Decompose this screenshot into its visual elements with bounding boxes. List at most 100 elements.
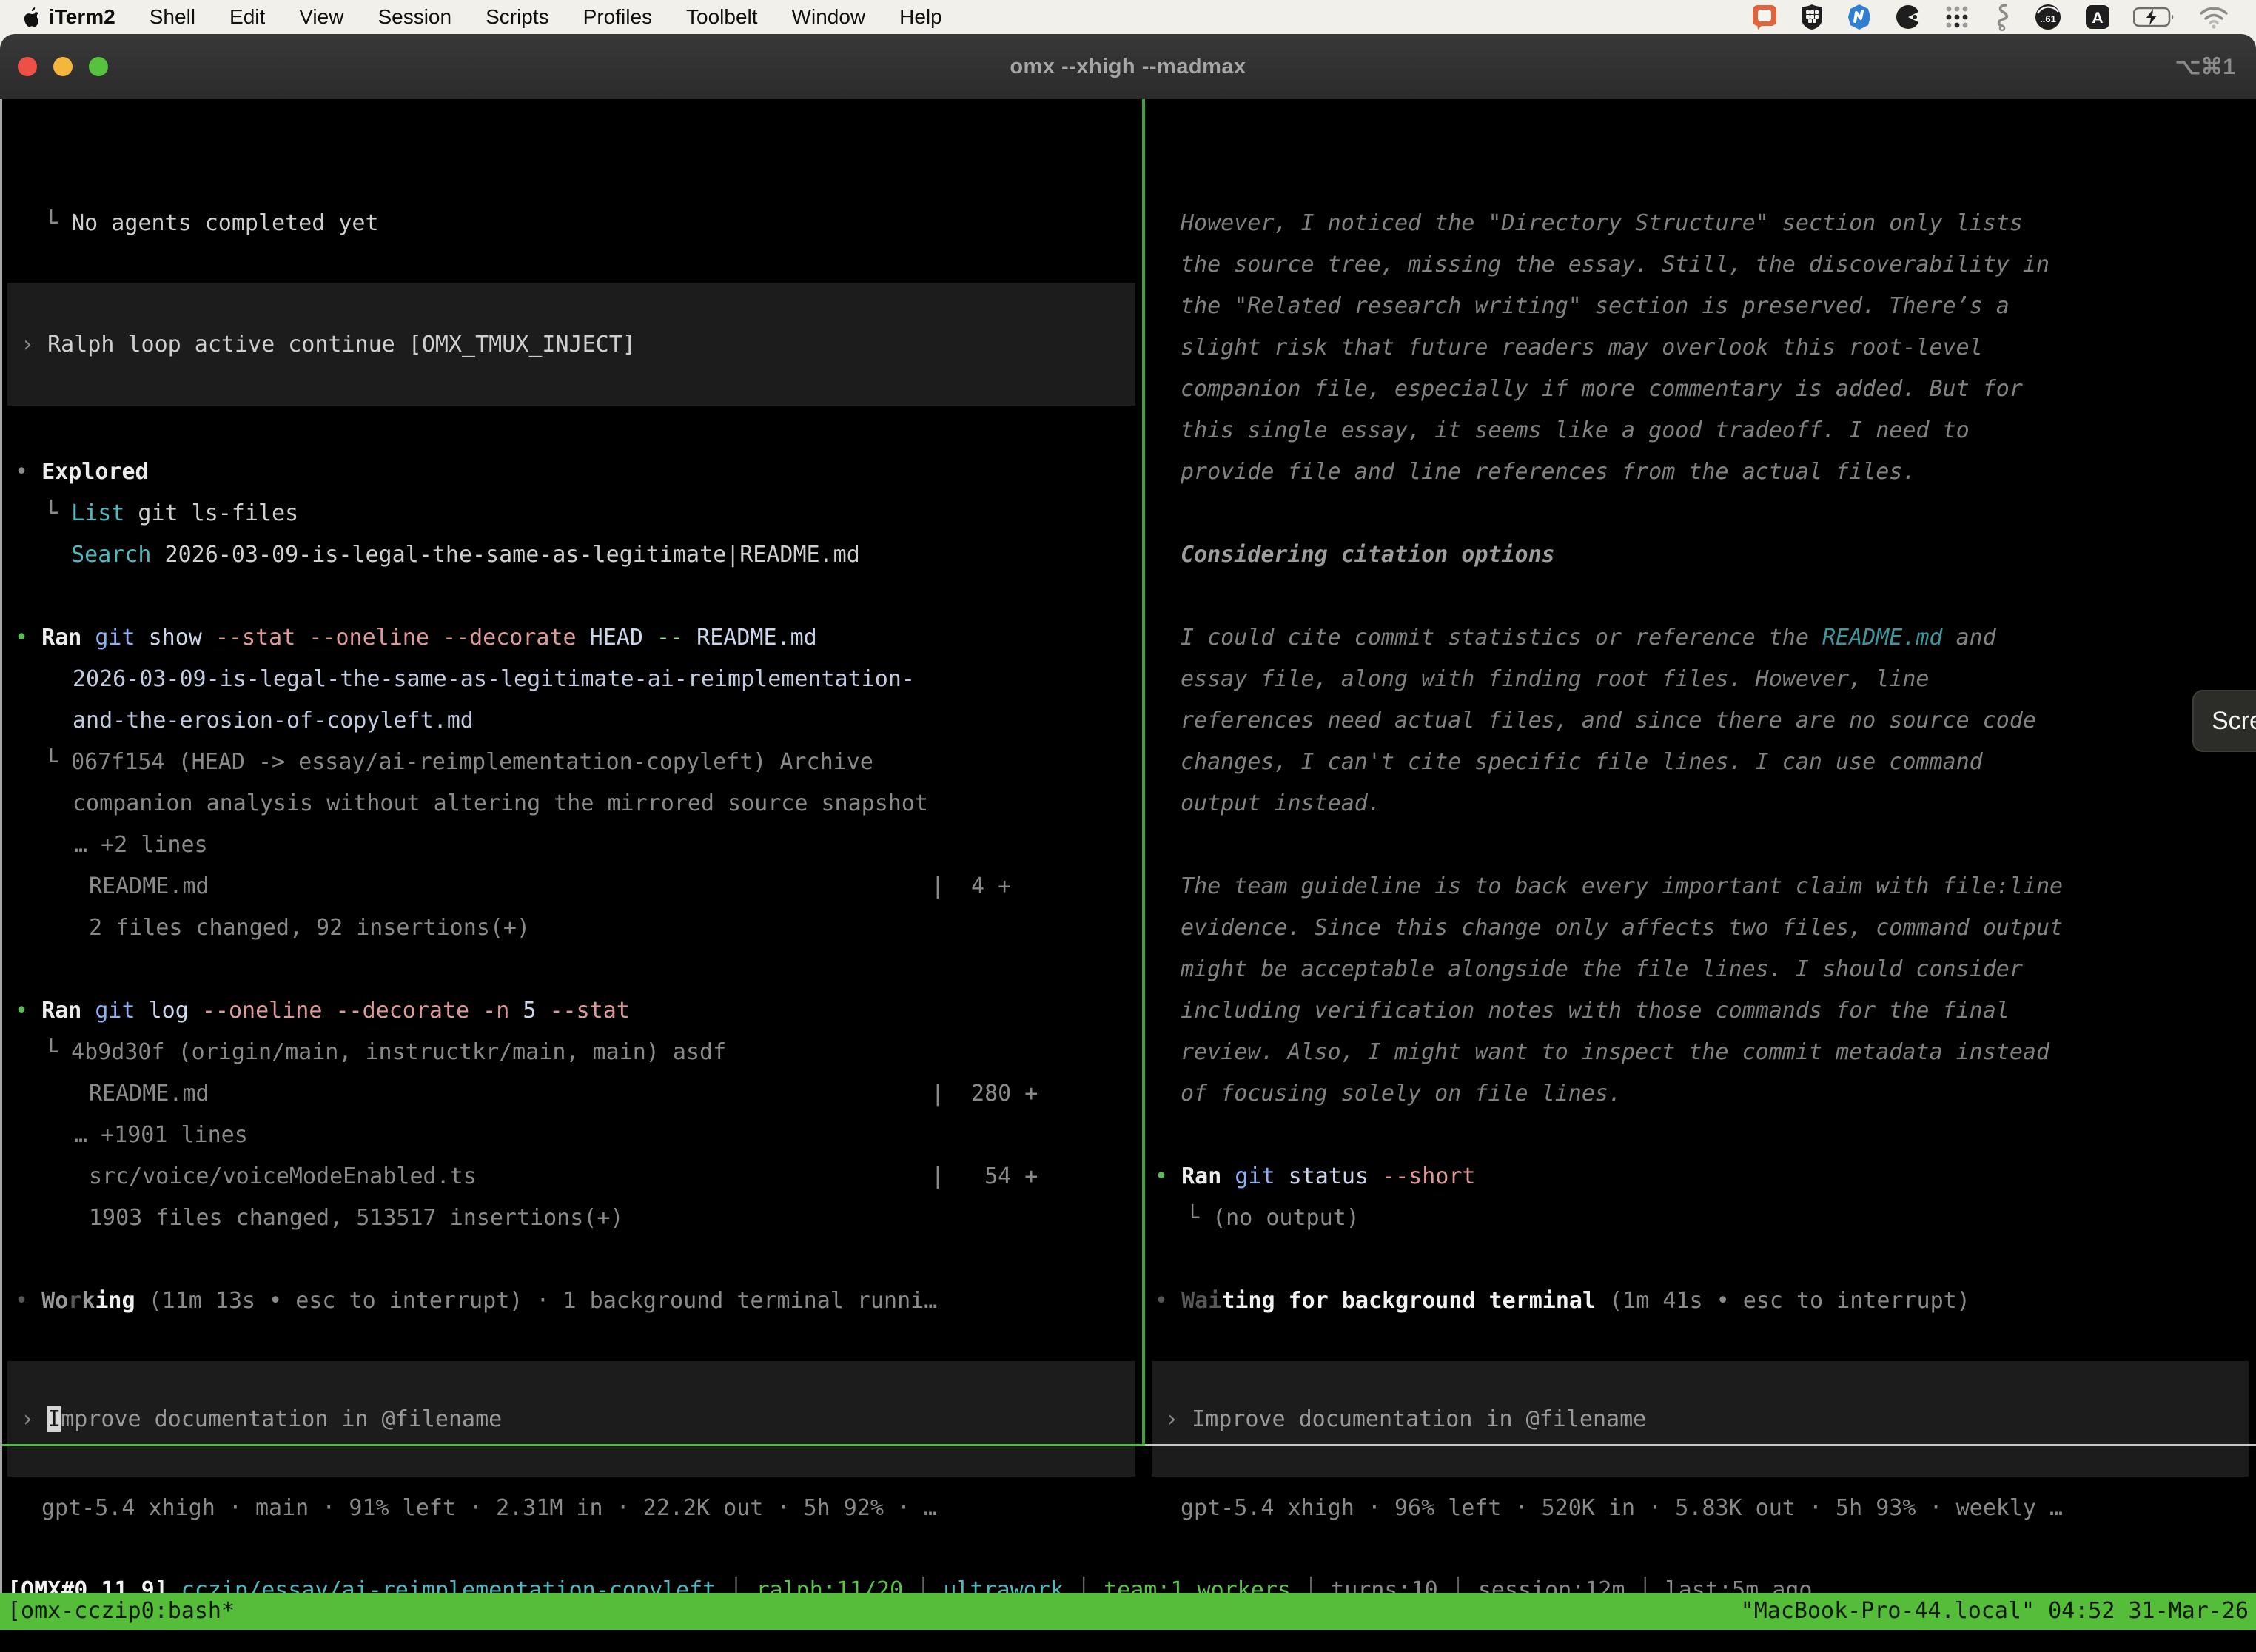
text-segment: the "Related research writing" section i…: [1181, 293, 2010, 319]
text-segment: --stat --oneline --decorate: [202, 625, 577, 651]
menu-item-session[interactable]: Session: [377, 5, 451, 29]
terminal-text-line: essay file, along with finding root file…: [1181, 659, 1929, 700]
text-segment: git: [1221, 1164, 1275, 1189]
text-segment: (1m 41s • esc to interrupt): [1596, 1288, 1970, 1314]
terminal-text-line: changes, I can't cite specific file line…: [1181, 742, 1983, 783]
battery-charging-icon[interactable]: [2133, 6, 2176, 28]
prompt-input-left[interactable]: › Improve documentation in @filename: [7, 1361, 1135, 1477]
menu-item-window[interactable]: Window: [792, 5, 866, 29]
squiggle-icon[interactable]: [1993, 3, 2012, 31]
text-segment: Wo: [41, 1288, 68, 1314]
text-segment: •: [15, 625, 41, 651]
pane-divider[interactable]: [1142, 99, 1145, 1444]
menu-item-help[interactable]: Help: [899, 5, 942, 29]
text-segment: review. Also, I might want to inspect th…: [1181, 1039, 2049, 1065]
prompt-input-right[interactable]: › Improve documentation in @filename: [1152, 1361, 2249, 1477]
ralph-loop-input-box[interactable]: › Ralph loop active continue [OMX_TMUX_I…: [7, 283, 1135, 406]
tmux-host-clock: "MacBook-Pro-44.local" 04:52 31-Mar-26: [1741, 1593, 2249, 1630]
window-title: omx --xhigh --madmax: [0, 55, 2256, 79]
text-segment: ing: [95, 1288, 135, 1314]
text-segment: HEAD: [577, 625, 643, 651]
text-segment: •: [15, 1288, 41, 1314]
blue-gem-icon[interactable]: [1846, 4, 1873, 30]
pie-circle-icon[interactable]: [1895, 4, 1921, 30]
text-segment: log: [135, 998, 189, 1024]
text-segment: •: [1155, 1288, 1181, 1314]
svg-text:..61: ..61: [2040, 13, 2056, 24]
text-segment: •: [15, 998, 41, 1024]
terminal-text-line: companion analysis without altering the …: [73, 783, 928, 825]
terminal-text-line: provide file and line references from th…: [1181, 451, 1916, 493]
wifi-icon[interactable]: [2198, 5, 2229, 29]
terminal-text-line: companion file, especially if more comme…: [1181, 369, 2023, 410]
terminal-text-line: evidence. Since this change only affects…: [1181, 907, 2063, 949]
terminal-text-line: might be acceptable alongside the file l…: [1181, 949, 2023, 990]
terminal-text-line: • Ran git status --short: [1155, 1156, 1476, 1198]
pane-bottom-border-right: [1145, 1444, 2256, 1446]
text-segment: essay file, along with finding root file…: [1181, 666, 1929, 692]
terminal-text-line: slight risk that future readers may over…: [1181, 327, 1983, 369]
tmux-session-window[interactable]: [omx-cczip0:bash*: [7, 1593, 235, 1630]
text-segment: 4b9d30f (origin/main, instructkr/main, m…: [71, 1039, 726, 1065]
text-segment: --stat: [536, 998, 629, 1024]
text-segment: Ran: [41, 625, 81, 651]
terminal-text-line: … +1901 lines: [74, 1115, 248, 1156]
terminal-text-line: • Working (11m 13s • esc to interrupt) ·…: [15, 1280, 937, 1322]
text-segment: Explored: [41, 459, 149, 485]
chat-icon[interactable]: [1751, 4, 1778, 30]
dots-grid-icon[interactable]: [1944, 4, 1970, 30]
screenshot-tooltip[interactable]: Scre: [2192, 690, 2256, 752]
text-segment: 2026-03-09-is-legal-the-same-as-legitima…: [152, 542, 860, 568]
text-segment: Ran: [41, 998, 81, 1024]
menu-items: iTerm2 Shell Edit View Session Scripts Profile…: [49, 5, 942, 29]
menu-item-profiles[interactable]: Profiles: [583, 5, 652, 29]
terminal: └ No agents completed yet• Explored└ Lis…: [0, 99, 2256, 1630]
terminal-text-line: src/voice/voiceModeEnabled.ts | 54 +: [89, 1156, 1038, 1198]
svg-text:A: A: [2092, 10, 2103, 27]
text-segment: 2 files changed, 92 insertions(+): [89, 915, 530, 941]
text-segment: ›: [21, 332, 47, 357]
terminal-text-line: The team guideline is to back every impo…: [1181, 866, 2063, 907]
text-segment: However, I noticed the "Directory Struct…: [1181, 210, 2023, 236]
menu-item-view[interactable]: View: [299, 5, 343, 29]
text-segment: └: [1186, 1205, 1212, 1231]
menubar: iTerm2 Shell Edit View Session Scripts Profile…: [0, 0, 2256, 34]
terminal-text-line: … +2 lines: [74, 825, 208, 866]
menu-item-edit[interactable]: Edit: [229, 5, 265, 29]
terminal-text-line: └ No agents completed yet: [44, 203, 379, 244]
menu-item-scripts[interactable]: Scripts: [486, 5, 549, 29]
shield-grid-icon[interactable]: [1800, 4, 1824, 30]
terminal-text-line: and-the-erosion-of-copyleft.md: [73, 700, 474, 742]
text-segment: --short: [1369, 1164, 1476, 1189]
pane-bottom-border-left: [0, 1444, 1145, 1446]
text-segment: companion file, especially if more comme…: [1181, 376, 2023, 402]
terminal-text-line: • Ran git show --stat --oneline --decora…: [15, 617, 817, 659]
terminal-text-line: However, I noticed the "Directory Struct…: [1181, 203, 2023, 244]
terminal-text-line: output instead.: [1181, 783, 1381, 825]
text-segment: └: [44, 1039, 71, 1065]
apple-menu-icon[interactable]: [21, 6, 38, 28]
text-segment: slight risk that future readers may over…: [1181, 335, 1983, 360]
menu-item-toolbelt[interactable]: Toolbelt: [686, 5, 758, 29]
screenshot-tooltip-label: Scre: [2212, 707, 2256, 736]
text-segment: No agents completed yet: [71, 210, 378, 236]
text-segment: including verification notes with those …: [1181, 998, 2010, 1024]
text-segment: •: [15, 459, 41, 485]
a-key-icon[interactable]: A: [2084, 4, 2111, 30]
text-segment: Search: [44, 542, 152, 568]
terminal-pane-right[interactable]: However, I noticed the "Directory Struct…: [1144, 203, 2256, 1543]
text-segment: evidence. Since this change only affects…: [1181, 915, 2063, 941]
text-segment: --: [643, 625, 683, 651]
badge-61-icon[interactable]: ..61: [2034, 3, 2062, 31]
text-segment: of focusing solely on file lines.: [1181, 1081, 1622, 1107]
text-segment: └: [44, 210, 71, 236]
terminal-text-line: the "Related research writing" section i…: [1181, 286, 2010, 327]
text-segment: --oneline --decorate -n: [189, 998, 509, 1024]
menu-item-shell[interactable]: Shell: [150, 5, 195, 29]
window-shortcut: ⌥⌘1: [2175, 54, 2235, 80]
text-segment: references need actual files, and since …: [1181, 708, 2036, 733]
text-segment: •: [1155, 1164, 1181, 1189]
window-titlebar[interactable]: omx --xhigh --madmax ⌥⌘1: [0, 34, 2256, 99]
text-segment: … +1901 lines: [74, 1122, 248, 1148]
menu-item-iterm2[interactable]: iTerm2: [49, 5, 115, 29]
